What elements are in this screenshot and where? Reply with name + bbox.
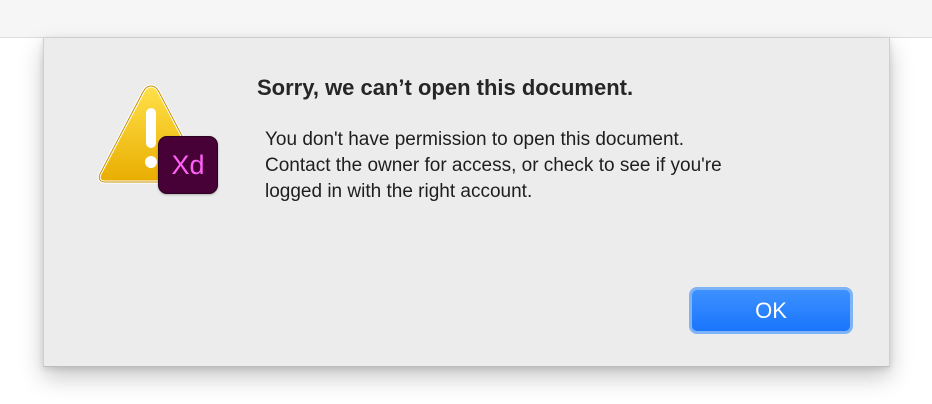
adobe-xd-icon: Xd xyxy=(158,136,218,194)
alert-icon-group: Xd xyxy=(96,82,226,202)
message-line: You don't have permission to open this d… xyxy=(265,129,685,150)
message-line: logged in with the right account. xyxy=(265,181,533,202)
background-window-toolbar xyxy=(0,0,932,38)
ok-button[interactable]: OK xyxy=(689,287,853,334)
message-line: Contact the owner for access, or check t… xyxy=(265,155,722,176)
alert-dialog: Xd Sorry, we can’t open this document. Y… xyxy=(43,38,890,367)
dialog-title: Sorry, we can’t open this document. xyxy=(257,75,634,100)
dialog-message: You don't have permission to open this d… xyxy=(265,127,865,205)
